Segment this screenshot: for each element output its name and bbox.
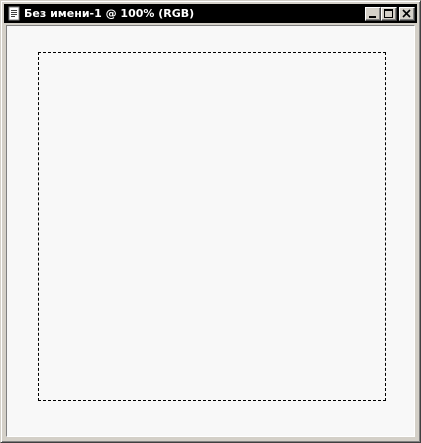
- document-window: Без имени-1 @ 100% (RGB): [0, 0, 421, 443]
- close-icon: [402, 8, 411, 18]
- maximize-button[interactable]: [381, 6, 397, 21]
- maximize-icon: [384, 8, 393, 18]
- document-canvas[interactable]: [6, 25, 415, 437]
- window-title: Без имени-1 @ 100% (RGB): [24, 7, 195, 20]
- close-button[interactable]: [399, 6, 415, 21]
- title-bar[interactable]: Без имени-1 @ 100% (RGB): [4, 4, 417, 23]
- minimize-button[interactable]: [365, 6, 381, 21]
- minimize-icon: [369, 15, 376, 18]
- window-controls: [365, 6, 415, 21]
- marquee-selection[interactable]: [38, 52, 386, 401]
- document-icon: [8, 6, 20, 21]
